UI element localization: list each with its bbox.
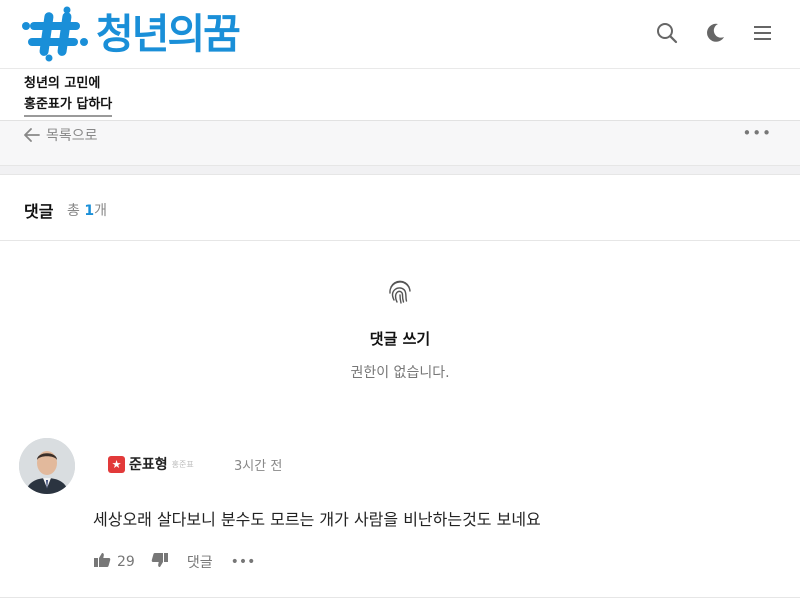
comments-count-suffix: 개: [94, 203, 107, 219]
board-header: 청년의 고민에 홍준표가 답하다: [0, 68, 800, 120]
board-title-line2: 홍준표가 답하다: [24, 94, 113, 117]
menu-icon[interactable]: [750, 20, 776, 46]
comment-text: 세상오래 살다보니 분수도 모르는 개가 사람을 비난하는것도 보네요: [93, 510, 541, 529]
comment-actions: 29 댓글 •••: [93, 552, 255, 572]
reply-button[interactable]: 댓글: [187, 552, 213, 572]
author-subtitle: 홍준표: [171, 459, 194, 469]
comments-count-number: 1: [84, 203, 95, 219]
comment-more-icon[interactable]: •••: [231, 554, 256, 570]
search-icon[interactable]: [654, 20, 680, 46]
permission-message: 권한이 없습니다.: [350, 365, 450, 381]
bottom-divider: [0, 597, 800, 598]
author-name: 준표형: [129, 457, 168, 473]
like-count: 29: [117, 554, 135, 570]
logo-hash-icon: [22, 6, 88, 62]
thumbs-up-icon[interactable]: [93, 552, 111, 572]
star-badge-icon: ★: [108, 455, 125, 473]
moon-icon[interactable]: [702, 20, 728, 46]
comments-count-prefix: 총: [67, 203, 80, 219]
comments-header: 댓글 총 1개: [0, 176, 800, 241]
site-logo[interactable]: 청년의꿈: [22, 0, 241, 68]
avatar[interactable]: [19, 438, 75, 494]
comments-count: 총 1개: [67, 200, 107, 220]
comments-title: 댓글: [24, 202, 54, 221]
logo-text: 청년의꿈: [96, 9, 241, 58]
board-title[interactable]: 청년의 고민에 홍준표가 답하다: [24, 73, 113, 117]
write-comment-area[interactable]: 댓글 쓰기 권한이 없습니다.: [0, 242, 800, 392]
avatar-photo: [19, 438, 75, 494]
section-divider: [0, 165, 800, 175]
comment-item: ★ 준표형 홍준표 3시간 전 세상오래 살다보니 분수도 모르는 개가 사람을…: [0, 436, 800, 596]
board-title-line1: 청년의 고민에: [24, 76, 101, 91]
thumbs-down-icon[interactable]: [151, 552, 169, 572]
more-options-icon[interactable]: •••: [742, 124, 772, 142]
back-to-list-label: 목록으로: [46, 128, 98, 144]
arrow-left-icon: [24, 128, 40, 142]
site-header: 청년의꿈: [0, 0, 800, 68]
list-navigation-bar: 목록으로 •••: [0, 120, 800, 165]
comment-author[interactable]: ★ 준표형 홍준표: [108, 454, 194, 474]
write-comment-label: 댓글 쓰기: [369, 330, 431, 348]
back-to-list-button[interactable]: 목록으로: [24, 125, 98, 145]
fingerprint-icon: [389, 280, 411, 304]
comment-timestamp: 3시간 전: [234, 459, 283, 474]
